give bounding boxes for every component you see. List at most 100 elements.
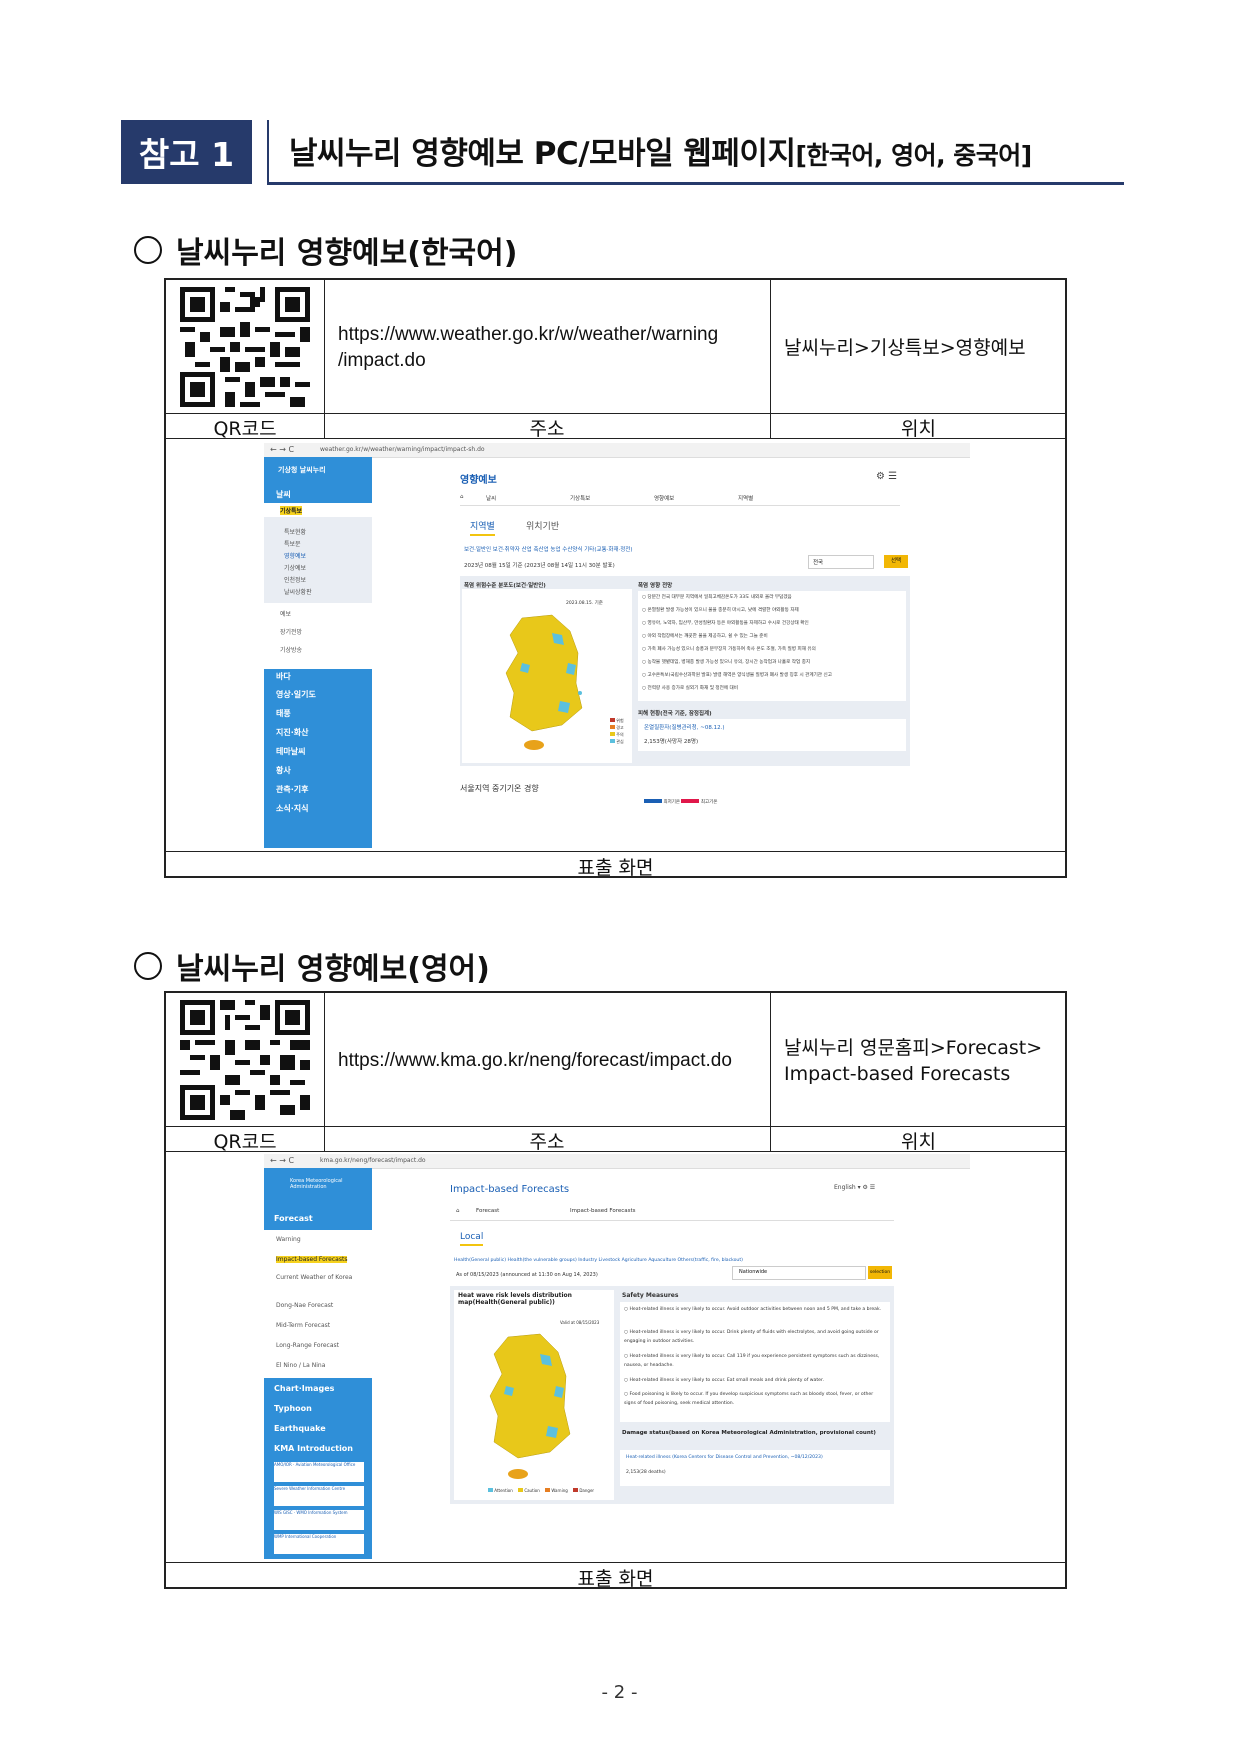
submenu-item[interactable]: Warning — [276, 1236, 301, 1243]
label-address: 주소 — [529, 418, 565, 440]
location-line: Impact-based Forecasts — [784, 1063, 1011, 1085]
submenu-item[interactable]: 기상예보 — [284, 563, 306, 572]
browser-url: kma.go.kr/neng/forecast/impact.do — [320, 1157, 426, 1164]
sidebar-item[interactable]: Typhoon — [274, 1404, 312, 1413]
submenu-item[interactable]: Dong-Nae Forecast — [276, 1302, 333, 1309]
sidebar-item[interactable]: 소식·지식 — [276, 803, 308, 814]
as-of-text: As of 08/15/2023 (announced at 11:30 on … — [456, 1272, 598, 1278]
nav-arrows-icon: ← → C — [270, 445, 295, 454]
address-line: https://www.weather.go.kr/w/weather/warn… — [338, 324, 719, 345]
trend-title: 서울지역 중기기온 경향 — [460, 784, 539, 793]
outlook-list: ○ 당분간 전국 대부분 지역에서 일최고체감온도가 33도 내외로 올라 무덥… — [638, 591, 906, 701]
submenu-item[interactable]: El Nino / La Nina — [276, 1362, 325, 1369]
breadcrumb-item[interactable]: Forecast — [476, 1208, 499, 1214]
submenu-item[interactable]: Long-Range Forecast — [276, 1342, 339, 1349]
damage-link[interactable]: 온열질환자(질병관리청, ~08.12.) — [644, 723, 725, 731]
settings-menu-icon[interactable]: ⚙ ☰ — [876, 471, 897, 482]
map-title: 폭염 위험수준 분포도(보건·일반인) — [464, 583, 546, 589]
section-heading-text: 날씨누리 영향예보(영어) — [176, 952, 490, 987]
select-button[interactable]: selection — [868, 1266, 892, 1279]
submenu-item-active[interactable]: 영향예보 — [284, 551, 306, 560]
sidebar-item[interactable]: 태풍 — [276, 708, 291, 719]
circle-bullet-icon — [134, 952, 162, 980]
sidebar-item[interactable]: Earthquake — [274, 1424, 326, 1433]
submenu-item[interactable]: 특보문 — [284, 539, 301, 548]
document-title: 날씨누리 영향예보 PC/모바일 웹페이지[한국어, 영어, 중국어] — [289, 128, 1032, 173]
browser-url: weather.go.kr/w/weather/warning/impact/i… — [320, 446, 485, 453]
sidebar-item[interactable]: Chart·Images — [274, 1384, 334, 1393]
banner-link[interactable]: WIS GISC · WMO Information System — [274, 1510, 364, 1530]
info-table-korean: https://www.weather.go.kr/w/weather/warn… — [164, 278, 1067, 879]
label-location: 위치 — [901, 1131, 936, 1153]
submenu-item-active[interactable]: Impact-based Forecasts — [276, 1256, 348, 1263]
logo-text: 기상청 날씨누리 — [278, 466, 326, 474]
breadcrumb-item[interactable]: 기상특보 — [570, 494, 590, 502]
label-address: 주소 — [529, 1131, 565, 1153]
language-select[interactable]: English ▾ ⚙ ☰ — [834, 1184, 875, 1191]
damage-title: Damage status(based on Korea Meteorologi… — [622, 1430, 876, 1436]
sidebar-item-warning[interactable]: 기상특보 — [280, 506, 303, 515]
address-korean[interactable]: https://www.weather.go.kr/w/weather/warn… — [338, 322, 764, 374]
sidebar-item[interactable]: 예보 — [280, 609, 291, 618]
sidebar-item-forecast[interactable]: Forecast — [274, 1214, 313, 1223]
logo-text: Korea Meteorological Administration — [290, 1178, 343, 1190]
category-tabs[interactable]: Health(General public) Health(the vulner… — [454, 1258, 743, 1263]
home-icon[interactable]: ⌂ — [456, 1208, 460, 1214]
header-divider — [267, 120, 269, 184]
damage-link[interactable]: Heat-related illness (Korea Centers for … — [626, 1455, 823, 1460]
sidebar-header: Korea Meteorological Administration Fore… — [264, 1168, 372, 1230]
qr-code-icon — [180, 1000, 310, 1120]
korea-map-icon — [505, 614, 583, 750]
region-select[interactable]: Nationwide — [732, 1266, 866, 1280]
sidebar-item[interactable]: 황사 — [276, 765, 291, 776]
category-tabs[interactable]: 보건·일반인 보건·취약자 산업 축산업 농업 수산양식 기타(교통·화재·정전… — [464, 545, 633, 553]
qr-code-korean[interactable] — [180, 286, 310, 408]
screenshot-english: ← → C kma.go.kr/neng/forecast/impact.do … — [264, 1154, 970, 1559]
sidebar-item[interactable]: KMA Introduction — [274, 1444, 353, 1453]
address-english[interactable]: https://www.kma.go.kr/neng/forecast/impa… — [338, 1048, 764, 1074]
tab-local[interactable]: Local — [460, 1232, 484, 1246]
sidebar-logo: 기상청 날씨누리 — [264, 457, 372, 483]
breadcrumb: ⌂ 날씨 기상특보 영향예보 지역별 — [460, 491, 900, 506]
banner-link[interactable]: AMO/IOR · Aviation Meteorological Office — [274, 1462, 364, 1482]
reference-badge: 참고 1 — [121, 120, 252, 184]
qr-code-english[interactable] — [180, 999, 310, 1121]
section-heading-english: 날씨누리 영향예보(영어) — [134, 944, 490, 988]
tab-region[interactable]: 지역별 — [470, 519, 495, 536]
breadcrumb-item[interactable]: 지역별 — [738, 494, 753, 502]
page-title: 영향예보 — [460, 475, 497, 486]
damage-box: Heat-related illness (Korea Centers for … — [620, 1450, 890, 1486]
sidebar-item[interactable]: 바다 — [276, 671, 291, 682]
submenu-item[interactable]: Mid-Term Forecast — [276, 1322, 330, 1329]
address-line: /impact.do — [338, 350, 426, 371]
as-of-text: 2023년 08월 15일 기준 (2023년 08월 14일 11시 30분 … — [464, 563, 615, 569]
submenu-item[interactable]: Current Weather of Korea — [276, 1274, 356, 1281]
sidebar-item[interactable]: 영상·일기도 — [276, 689, 316, 700]
banner-link[interactable]: WMP International Cooperation — [274, 1534, 364, 1554]
tab-location[interactable]: 위치기반 — [526, 519, 559, 532]
label-qr: QR코드 — [213, 1131, 277, 1153]
breadcrumb-item[interactable]: 날씨 — [486, 494, 496, 502]
submenu-item[interactable]: 인천정보 — [284, 575, 306, 584]
outlook-title: 폭염 영향 전망 — [638, 583, 673, 589]
breadcrumb-item[interactable]: 영향예보 — [654, 494, 674, 502]
submenu-item[interactable]: 날씨상황판 — [284, 587, 312, 596]
label-qr: QR코드 — [213, 418, 277, 440]
header-underline — [267, 182, 1124, 185]
select-button[interactable]: 선택 — [884, 555, 908, 568]
sidebar-item-weather[interactable]: 날씨 — [276, 489, 291, 500]
sidebar-item[interactable]: 장기전망 — [280, 627, 302, 636]
nav-arrows-icon: ← → C — [270, 1156, 295, 1165]
sidebar-item[interactable]: 지진·화산 — [276, 727, 308, 738]
banner-link[interactable]: Severe Weather Information Centre — [274, 1486, 364, 1506]
page-title: Impact-based Forecasts — [450, 1184, 570, 1195]
section-heading-korean: 날씨누리 영향예보(한국어) — [134, 228, 517, 272]
submenu-item[interactable]: 특보현황 — [284, 527, 306, 536]
sidebar-item[interactable]: 테마날씨 — [276, 746, 305, 757]
sidebar-item[interactable]: 관측·기후 — [276, 784, 308, 795]
breadcrumb-item[interactable]: Impact-based Forecasts — [570, 1208, 636, 1214]
location-korean: 날씨누리>기상특보>영향예보 — [784, 337, 1026, 359]
region-select[interactable]: 전국 — [808, 555, 874, 569]
home-icon[interactable]: ⌂ — [460, 494, 464, 500]
sidebar-item[interactable]: 기상방송 — [280, 645, 302, 654]
